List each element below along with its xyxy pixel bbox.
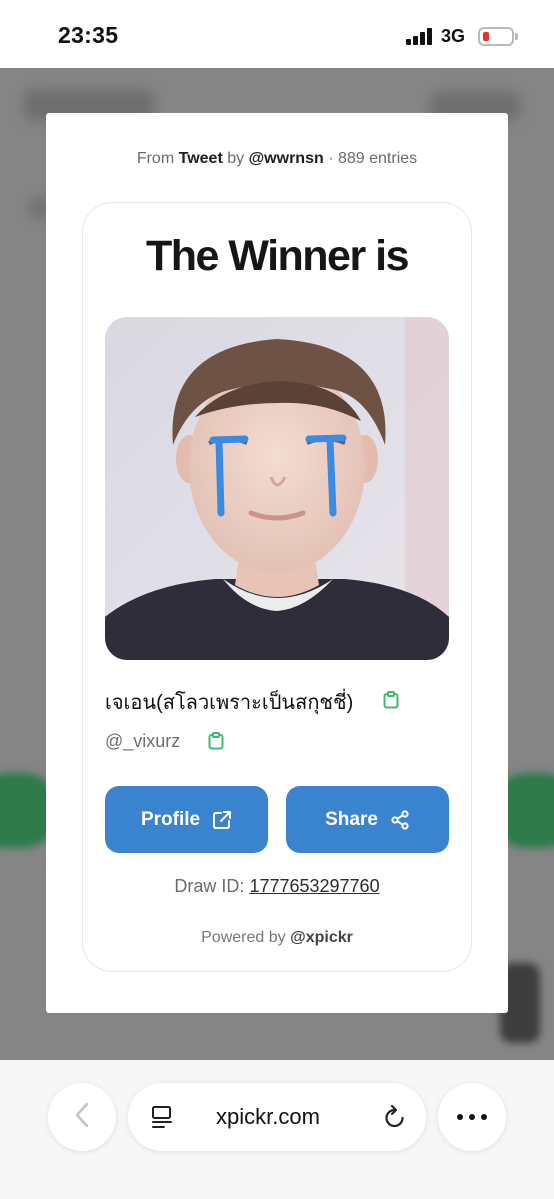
winner-heading: The Winner is bbox=[145, 232, 410, 280]
powered-by-brand[interactable]: @xpickr bbox=[290, 929, 353, 946]
copy-icon[interactable] bbox=[383, 691, 399, 709]
draw-id-link[interactable]: 1777653297760 bbox=[249, 876, 379, 896]
signal-strength-icon bbox=[406, 27, 434, 45]
winner-handle: @_vixurz bbox=[105, 731, 181, 751]
profile-button[interactable]: Profile bbox=[105, 786, 268, 853]
battery-nub bbox=[515, 33, 518, 40]
source-separator: · bbox=[328, 150, 334, 167]
profile-button-label: Profile bbox=[140, 808, 201, 830]
screen: 23:35 3G From Tweet by @wwrnsn · 889 ent… bbox=[0, 0, 554, 1199]
winner-avatar bbox=[105, 317, 449, 660]
network-type: 3G bbox=[441, 26, 466, 46]
more-icon bbox=[456, 1108, 488, 1126]
powered-by: Powered by @xpickr bbox=[82, 929, 472, 947]
copy-icon[interactable] bbox=[208, 732, 224, 750]
source-entries: 889 entries bbox=[337, 150, 418, 167]
winner-name: เจเอน(สโลวเพราะเป็นสกุชชี่) bbox=[105, 692, 354, 714]
draw-id-label: Draw ID: bbox=[174, 876, 245, 896]
status-bar: 23:35 3G bbox=[0, 0, 554, 68]
powered-by-label: Powered by bbox=[201, 929, 286, 946]
back-button[interactable] bbox=[48, 1083, 116, 1151]
draw-id: Draw ID: 1777653297760 bbox=[82, 876, 472, 897]
source-author[interactable]: @wwrnsn bbox=[249, 150, 324, 167]
source-line: From Tweet by @wwrnsn · 889 entries bbox=[0, 150, 554, 168]
reader-icon[interactable] bbox=[150, 1105, 174, 1134]
source-prefix: From bbox=[136, 150, 175, 167]
address-bar[interactable]: xpickr.com bbox=[128, 1083, 426, 1151]
reload-icon[interactable] bbox=[382, 1103, 408, 1136]
battery-icon bbox=[478, 27, 514, 46]
more-button[interactable] bbox=[438, 1083, 506, 1151]
share-button[interactable]: Share bbox=[286, 786, 449, 853]
url-text[interactable]: xpickr.com bbox=[216, 1104, 320, 1130]
share-icon bbox=[390, 809, 410, 830]
share-button-label: Share bbox=[325, 808, 378, 830]
back-arrow-icon bbox=[72, 1101, 92, 1134]
source-by: by bbox=[227, 150, 245, 167]
status-time: 23:35 bbox=[58, 22, 119, 48]
external-link-icon bbox=[212, 810, 232, 830]
source-platform: Tweet bbox=[178, 150, 223, 167]
